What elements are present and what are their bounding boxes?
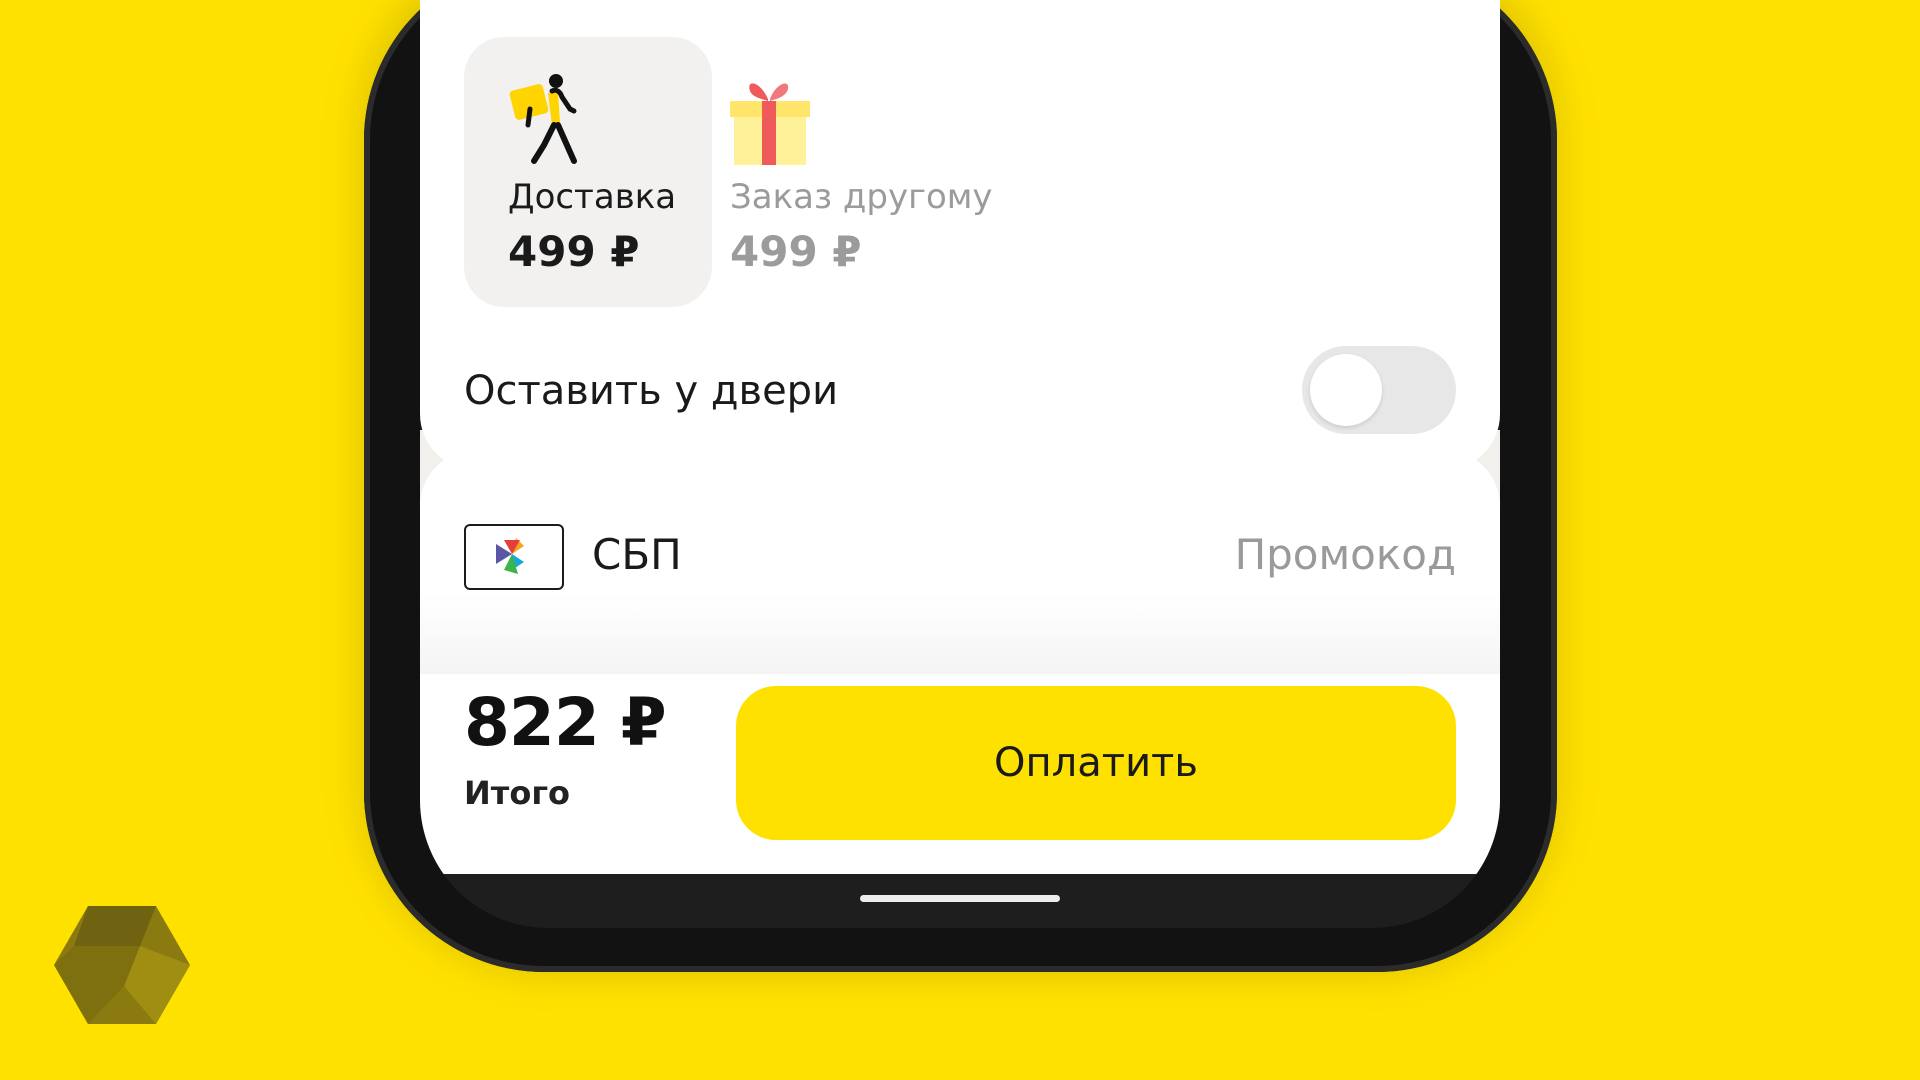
checkout-bar: 822 ₽ Итого Оплатить <box>420 674 1500 874</box>
payment-section: СБП Промокод <box>420 450 1500 690</box>
delivery-section: Доставка 499 ₽ Заказ другому 499 ₽ Остав… <box>420 0 1500 470</box>
phone-frame: Доставка 499 ₽ Заказ другому 499 ₽ Остав… <box>364 0 1557 972</box>
payment-method-selector[interactable] <box>464 524 564 590</box>
phone-screen: Доставка 499 ₽ Заказ другому 499 ₽ Остав… <box>420 0 1500 928</box>
leave-at-door-label: Оставить у двери <box>464 368 839 414</box>
delivery-option-price: 499 ₽ <box>730 227 862 276</box>
sbp-logo-icon <box>496 538 524 574</box>
home-indicator[interactable] <box>860 895 1060 902</box>
corner-cube-logo <box>54 906 190 1024</box>
delivery-option-title: Заказ другому <box>730 177 993 217</box>
total-label: Итого <box>464 774 571 812</box>
toggle-knob <box>1310 354 1382 426</box>
delivery-option-title: Доставка <box>508 177 677 217</box>
leave-at-door-toggle[interactable] <box>1302 346 1456 434</box>
delivery-option-price: 499 ₽ <box>508 227 640 276</box>
payment-method-label: СБП <box>592 530 682 579</box>
pay-button[interactable]: Оплатить <box>736 686 1456 840</box>
gift-icon <box>730 83 810 165</box>
total-amount: 822 ₽ <box>464 684 667 761</box>
promo-code-link[interactable]: Промокод <box>1235 530 1456 579</box>
delivery-option-standard[interactable]: Доставка 499 ₽ <box>464 37 712 307</box>
courier-icon <box>509 74 577 164</box>
delivery-option-gift[interactable]: Заказ другому 499 ₽ <box>730 37 1020 307</box>
